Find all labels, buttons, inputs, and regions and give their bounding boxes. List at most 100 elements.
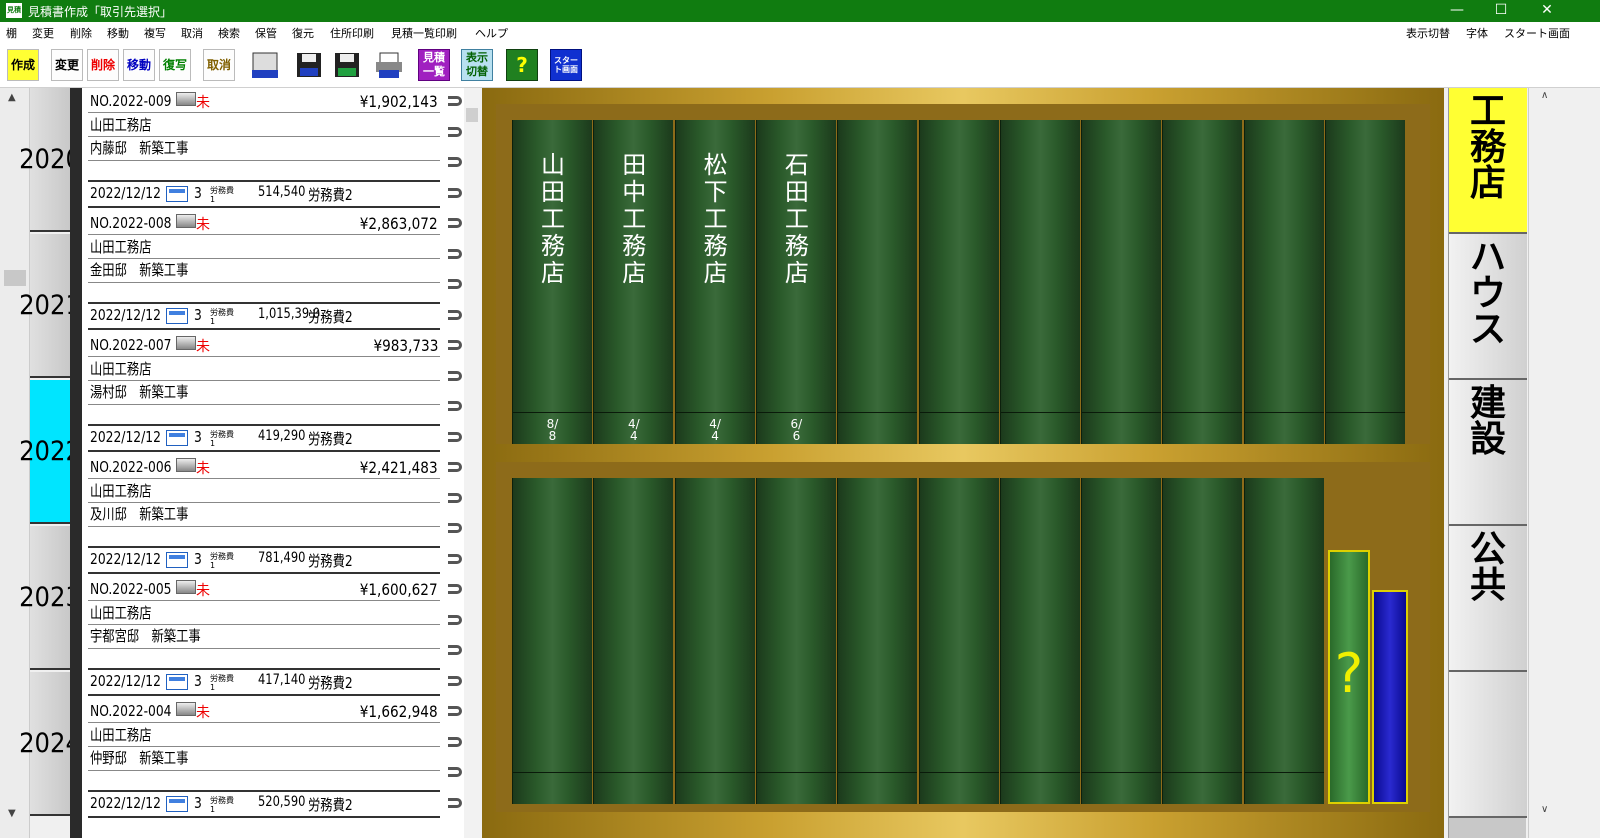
labor-amount: 520,590 (258, 794, 306, 810)
empty-book[interactable] (512, 478, 592, 804)
customer-book[interactable] (1081, 120, 1162, 444)
ruled-line (88, 328, 440, 330)
blue-book[interactable] (1372, 590, 1408, 804)
scroll-down-icon[interactable]: ∨ (1541, 804, 1548, 815)
close-button[interactable]: ✕ (1524, 0, 1570, 22)
menu-start-screen[interactable]: スタート画面 (1504, 25, 1570, 41)
cancel-button[interactable]: 取消 (203, 49, 235, 81)
category-tab-public[interactable]: 公共 (1449, 526, 1527, 672)
help-button[interactable]: ? (506, 49, 538, 81)
estimate-entry[interactable]: NO.2022-009 未 ¥1,902,143 山田工務店 内藤邸 新築工事 2022/… (82, 88, 466, 210)
year-tab-2023[interactable]: 2023 (19, 526, 81, 670)
empty-book[interactable] (918, 478, 999, 804)
search-icon (252, 52, 278, 78)
ruled-line (88, 112, 440, 113)
menu-font[interactable]: 字体 (1466, 25, 1488, 41)
year-tab-2024[interactable]: 2024 (19, 672, 81, 816)
customer-book[interactable]: 田中工務店 4/4 (593, 120, 674, 444)
ruled-line (88, 450, 440, 452)
scroll-thumb[interactable] (466, 108, 478, 122)
customer-book[interactable] (1325, 120, 1405, 444)
start-screen-button[interactable]: スタート画面 (550, 49, 582, 81)
labor-label: 労務費 (210, 796, 234, 805)
address-print-button[interactable] (373, 49, 405, 81)
menu-change[interactable]: 変更 (32, 25, 54, 41)
copy-button[interactable]: 復写 (159, 49, 191, 81)
estimate-entry[interactable]: NO.2022-008 未 ¥2,863,072 山田工務店 金田邸 新築工事 2022/… (82, 210, 466, 332)
estimate-entry[interactable]: NO.2022-006 未 ¥2,421,483 山田工務店 及川邸 新築工事 2022/… (82, 454, 466, 576)
year-tab-2020[interactable]: 2020 (19, 88, 81, 232)
menu-search[interactable]: 検索 (218, 25, 240, 41)
estimate-entry[interactable]: NO.2022-004 未 ¥1,662,948 山田工務店 仲野邸 新築工事 2022/… (82, 698, 466, 820)
book-title: 石田工務店 (784, 151, 809, 287)
create-button[interactable]: 作成 (7, 49, 39, 81)
binder-ring (448, 706, 462, 716)
customer-book[interactable] (918, 120, 999, 444)
category-tab-koumuten[interactable]: 工務店 (1449, 88, 1527, 234)
empty-book[interactable] (999, 478, 1080, 804)
binder-ring (448, 797, 462, 808)
menu-delete[interactable]: 削除 (70, 25, 92, 41)
customer-book[interactable] (1243, 120, 1324, 444)
customer-book[interactable]: 松下工務店 4/4 (674, 120, 755, 444)
estimate-entry[interactable]: NO.2022-005 未 ¥1,600,627 山田工務店 宇都宮邸 新築工事 2022… (82, 576, 466, 698)
delete-button[interactable]: 削除 (87, 49, 119, 81)
year-tab-2021[interactable]: 2021 (19, 234, 81, 378)
menu-restore[interactable]: 復元 (292, 25, 314, 41)
unprinted-mark: 未 (196, 583, 210, 599)
empty-book[interactable] (674, 478, 755, 804)
empty-book[interactable] (837, 478, 918, 804)
ruled-line (88, 790, 440, 792)
minimize-button[interactable]: — (1434, 0, 1480, 22)
customer-book[interactable] (999, 120, 1080, 444)
customer-book[interactable] (837, 120, 918, 444)
customer-book[interactable]: 石田工務店 6/6 (755, 120, 836, 444)
scroll-down-icon[interactable]: ▼ (8, 808, 16, 819)
estimate-entry[interactable]: NO.2022-007 未 ¥983,733 山田工務店 湯村邸 新築工事 2022/12… (82, 332, 466, 454)
menu-copy[interactable]: 複写 (144, 25, 166, 41)
bookshelf: 山田工務店 8/8 田中工務店 4/4 松下工務店 4/4 石田工務店 6/6 ? (482, 88, 1444, 838)
search-button[interactable] (249, 49, 281, 81)
binder-ring (448, 157, 462, 167)
empty-book[interactable] (1162, 478, 1243, 804)
menu-help[interactable]: ヘルプ (475, 25, 508, 41)
labor-sub: 1 (210, 805, 216, 814)
menu-store[interactable]: 保管 (255, 25, 277, 41)
empty-book[interactable] (593, 478, 674, 804)
menu-shelf[interactable]: 棚 (6, 25, 17, 41)
customer-book[interactable] (1162, 120, 1243, 444)
menu-list-print[interactable]: 見積一覧印刷 (391, 25, 457, 41)
estimate-date: 2022/12/12 (90, 794, 161, 812)
customer-book[interactable]: 山田工務店 8/8 (512, 120, 592, 444)
move-button[interactable]: 移動 (123, 49, 155, 81)
book-count-total: 4 (711, 429, 719, 443)
maximize-button[interactable]: ☐ (1478, 0, 1524, 22)
display-switch-button[interactable]: 表示切替 (461, 49, 493, 81)
project-name: 湯村邸 新築工事 (90, 383, 189, 401)
restore-button[interactable] (331, 49, 363, 81)
empty-book[interactable] (1243, 478, 1324, 804)
estimate-number: NO.2022-007 (90, 336, 172, 354)
change-button[interactable]: 変更 (51, 49, 83, 81)
binder-ring (448, 279, 462, 289)
scroll-up-icon[interactable]: ▲ (8, 92, 16, 103)
menu-display-switch[interactable]: 表示切替 (1406, 25, 1450, 41)
store-button[interactable] (293, 49, 325, 81)
category-tab-house[interactable]: ハウス (1449, 234, 1527, 380)
scroll-thumb[interactable] (4, 270, 26, 286)
right-scrollbar[interactable]: ∧ ∨ (1528, 88, 1568, 838)
category-tab-kensetsu[interactable]: 建設 (1449, 380, 1527, 526)
year-tab-2022[interactable]: 2022 (19, 380, 81, 524)
category-label: 公共 (1469, 529, 1506, 606)
empty-book[interactable] (1081, 478, 1162, 804)
menu-address-print[interactable]: 住所印刷 (330, 25, 374, 41)
unprinted-mark: 未 (196, 217, 210, 233)
list-button[interactable]: 見積一覧 (418, 49, 450, 81)
category-tab-empty[interactable] (1449, 672, 1527, 818)
menu-move[interactable]: 移動 (107, 25, 129, 41)
help-book[interactable]: ? (1328, 550, 1370, 804)
empty-book[interactable] (755, 478, 836, 804)
scroll-up-icon[interactable]: ∧ (1541, 90, 1548, 101)
menu-cancel[interactable]: 取消 (181, 25, 203, 41)
notebook-scrollbar[interactable] (464, 88, 480, 838)
